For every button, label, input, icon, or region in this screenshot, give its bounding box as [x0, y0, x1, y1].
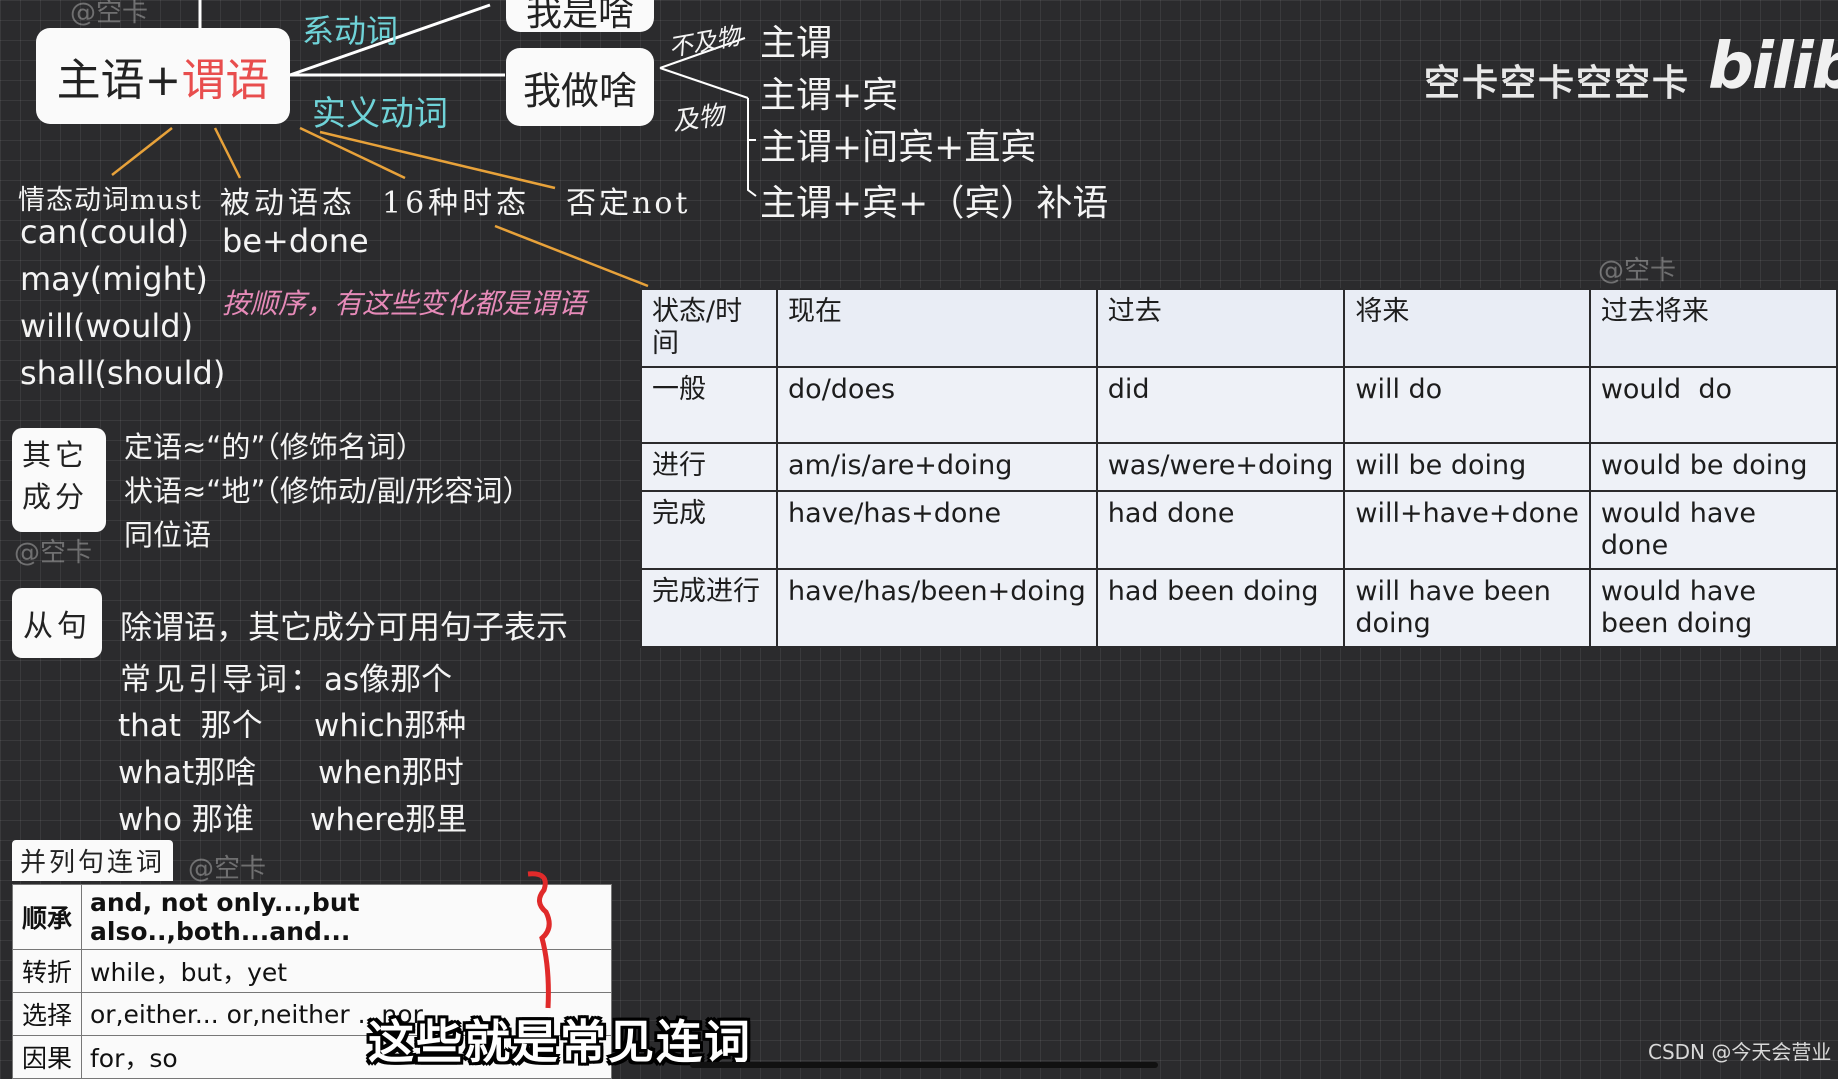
- table-cell: had done: [1095, 490, 1346, 570]
- component-item: 同位语: [124, 518, 212, 552]
- modal-item: may(might): [20, 260, 208, 298]
- clause-word: where那里: [310, 802, 468, 838]
- conj-type: 因果: [12, 1035, 82, 1079]
- linking-verb-label: 系动词: [302, 12, 399, 50]
- clause-word-grid: that 那个 which那种 what那啥 when那时 who 那谁 where那…: [118, 700, 467, 841]
- clause-word: what那啥: [118, 755, 257, 791]
- table-cell: have/has/been+doing: [776, 568, 1098, 648]
- watermark: @空卡: [70, 0, 149, 28]
- header-cell: 过去将来: [1588, 288, 1838, 368]
- clause-word: who 那谁: [118, 802, 254, 838]
- table-cell: would have been doing: [1588, 568, 1838, 648]
- table-cell: will do: [1343, 366, 1591, 444]
- table-cell: 完成进行: [639, 568, 779, 648]
- component-item: 状语≈“地”（修饰动/副/形容词）: [124, 474, 532, 508]
- table-cell: will be doing: [1343, 442, 1591, 492]
- channel-name: 空卡空卡空空卡: [1424, 63, 1691, 104]
- table-row: 进行 am/is/are+doing was/were+doing will b…: [639, 442, 1838, 492]
- table-cell: will have been doing: [1343, 568, 1591, 648]
- other-components-label: 其它成分: [12, 428, 106, 532]
- passive-form: be+done: [222, 222, 369, 260]
- header-cell: 现在: [776, 288, 1098, 368]
- table-cell: have/has+done: [776, 490, 1098, 570]
- intro-word: as像那个: [324, 662, 453, 698]
- watermark: @空卡: [188, 854, 267, 884]
- predicate-note: 按顺序，有这些变化都是谓语: [222, 287, 587, 320]
- table-header-row: 状态/时间 现在 过去 将来 过去将来: [639, 288, 1838, 368]
- modal-list: can(could) may(might) will(would) shall(…: [20, 212, 225, 400]
- clause-word: when那时: [318, 755, 464, 791]
- header-cell: 将来: [1343, 288, 1591, 368]
- table-row: 完成 have/has+done had done will+have+done…: [639, 490, 1838, 570]
- header-cell: 状态/时间: [639, 288, 779, 368]
- table-cell: was/were+doing: [1095, 442, 1346, 492]
- clause-intro: 常见引导词：as像那个: [120, 654, 452, 699]
- clause-description: 除谓语，其它成分可用句子表示: [120, 608, 569, 646]
- linking-box: 我是啥: [506, 0, 654, 32]
- tense-table: 状态/时间 现在 过去 将来 过去将来 一般 do/does did will …: [639, 288, 1838, 648]
- pattern-item: 主谓+宾: [760, 75, 899, 116]
- table-cell: would be doing: [1588, 442, 1838, 492]
- header-cell: 过去: [1095, 288, 1346, 368]
- pen-cursor-mark: [527, 871, 552, 1009]
- video-progress-bar[interactable]: [690, 1062, 1158, 1068]
- footer-credit: CSDN @今天会营业: [1648, 1040, 1832, 1064]
- conjunction-label: 并列句连词: [12, 840, 174, 881]
- modal-item: shall(should): [20, 354, 226, 392]
- watermark: @空卡: [1598, 256, 1677, 286]
- table-cell: did: [1095, 366, 1346, 444]
- table-cell: had been doing: [1095, 568, 1346, 648]
- table-row: 一般 do/does did will do would do: [639, 366, 1838, 444]
- table-cell: do/does: [776, 366, 1098, 444]
- clause-word: that 那个: [118, 708, 263, 744]
- tenses-label: 16种时态: [382, 186, 531, 221]
- component-item: 定语≈“的”（修饰名词）: [124, 430, 425, 464]
- table-cell: 进行: [639, 442, 779, 492]
- modal-item: can(could): [20, 213, 190, 251]
- bilibili-logo: bilibili: [1708, 30, 1838, 104]
- passive-voice-label: 被动语态: [220, 186, 356, 221]
- center-highlight: 谓语: [181, 55, 270, 106]
- table-cell: 完成: [639, 490, 779, 570]
- clause-word: which那种: [314, 708, 467, 744]
- table-cell: would have done: [1588, 490, 1838, 570]
- conj-type: 顺承: [12, 884, 82, 950]
- conj-type: 选择: [12, 992, 82, 1036]
- pattern-item: 主谓: [760, 23, 833, 64]
- center-prefix: 主语+: [56, 55, 182, 106]
- intro-label: 常见引导词：: [120, 662, 324, 698]
- other-components-list: 定语≈“的”（修饰名词） 状语≈“地”（修饰动/副/形容词） 同位语: [124, 424, 531, 556]
- table-cell: would do: [1588, 366, 1838, 444]
- pattern-item: 主谓+间宾+直宾: [760, 127, 1037, 168]
- pattern-item: 主谓+宾+（宾）补语: [760, 183, 1109, 224]
- action-verb-label: 实义动词: [312, 94, 448, 134]
- transitive-note: 及物: [670, 100, 727, 138]
- conj-type: 转折: [12, 949, 82, 993]
- action-box: 我做啥: [506, 48, 654, 126]
- negation-label: 否定not: [566, 186, 691, 221]
- clause-label: 从句: [12, 588, 102, 658]
- table-cell: will+have+done: [1343, 490, 1591, 570]
- pattern-list: 主谓 主谓+宾 主谓+间宾+直宾 主谓+宾+（宾）补语: [760, 14, 1108, 226]
- center-node: 主语+ 谓语: [36, 28, 290, 124]
- modal-item: will(would): [20, 307, 194, 345]
- table-row: 完成进行 have/has/been+doing had been doing …: [639, 568, 1838, 648]
- watermark: @空卡: [14, 538, 93, 568]
- table-cell: 一般: [639, 366, 779, 444]
- table-cell: am/is/are+doing: [776, 442, 1098, 492]
